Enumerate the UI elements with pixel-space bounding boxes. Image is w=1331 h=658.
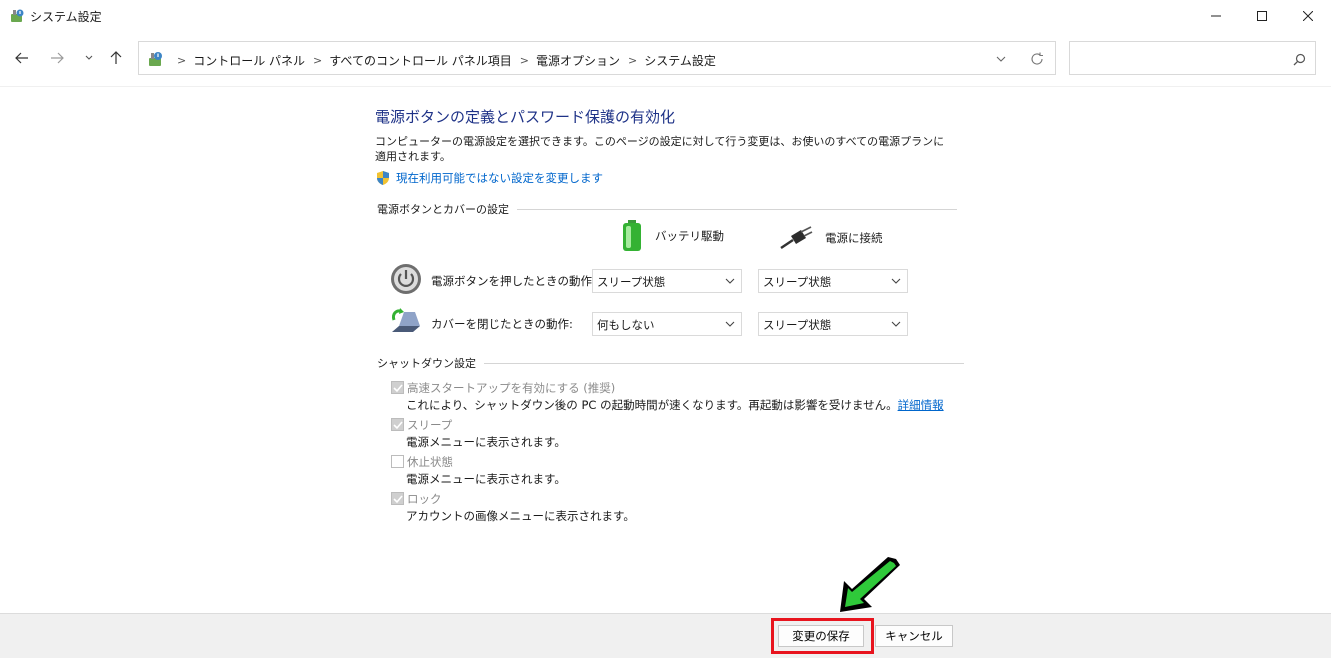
- search-icon[interactable]: [1290, 50, 1308, 68]
- arrow-up-icon: [110, 51, 122, 64]
- cancel-button[interactable]: キャンセル: [875, 625, 953, 647]
- breadcrumb-item-control-panel[interactable]: コントロール パネル: [193, 52, 305, 69]
- change-unavailable-settings-link[interactable]: 現在利用可能ではない設定を変更します: [375, 170, 603, 186]
- power-button-plugged-dropdown[interactable]: スリープ状態: [758, 269, 908, 293]
- back-button[interactable]: [10, 46, 34, 70]
- breadcrumb-separator-icon: >: [519, 54, 529, 67]
- checkmark-icon: [393, 384, 403, 393]
- up-button[interactable]: [104, 46, 128, 70]
- power-button-section-header: 電源ボタンとカバーの設定: [377, 201, 957, 217]
- laptop-lid-icon: [392, 308, 420, 332]
- shutdown-section-header: シャットダウン設定: [377, 355, 964, 371]
- battery-column-label: バッテリ駆動: [655, 229, 724, 243]
- section-divider: [484, 362, 964, 364]
- change-link-label[interactable]: 現在利用可能ではない設定を変更します: [396, 170, 603, 186]
- refresh-icon: [1031, 52, 1043, 65]
- maximize-button[interactable]: [1239, 0, 1285, 32]
- page-title: 電源ボタンの定義とパスワード保護の有効化: [375, 108, 676, 126]
- lid-close-action-label: カバーを閉じたときの動作:: [431, 317, 573, 331]
- sleep-checkbox[interactable]: [391, 418, 404, 431]
- address-history-button[interactable]: [991, 50, 1011, 68]
- sleep-label: スリープ: [407, 418, 453, 432]
- chevron-down-icon: [891, 278, 901, 284]
- close-button[interactable]: [1285, 0, 1331, 32]
- power-plug-icon: [780, 226, 813, 250]
- chevron-down-icon: [725, 321, 735, 327]
- hibernate-option: 休止状態: [391, 454, 453, 470]
- fast-startup-checkbox[interactable]: [391, 381, 404, 394]
- annotation-arrow-icon: [840, 557, 900, 612]
- chevron-down-icon: [891, 321, 901, 327]
- maximize-icon: [1257, 11, 1267, 21]
- power-button-battery-dropdown[interactable]: スリープ状態: [592, 269, 742, 293]
- fast-startup-description: これにより、シャットダウン後の PC の起動時間が速くなります。再起動は影響を受…: [406, 397, 944, 413]
- forward-button[interactable]: [45, 46, 69, 70]
- more-info-link[interactable]: 詳細情報: [898, 398, 944, 412]
- hibernate-label: 休止状態: [407, 455, 453, 469]
- refresh-button[interactable]: [1027, 50, 1047, 68]
- lock-checkbox[interactable]: [391, 492, 404, 505]
- dropdown-value: スリープ状態: [597, 275, 666, 289]
- arrow-right-icon: [51, 52, 64, 64]
- breadcrumb-item-power-options[interactable]: 電源オプション: [536, 52, 620, 69]
- section-heading: シャットダウン設定: [377, 357, 476, 370]
- fast-startup-option: 高速スタートアップを有効にする (推奨): [391, 380, 615, 396]
- checkmark-icon: [393, 495, 403, 504]
- lock-description: アカウントの画像メニューに表示されます。: [406, 509, 635, 523]
- power-button-icon: [391, 264, 421, 294]
- minimize-button[interactable]: [1193, 0, 1239, 32]
- fast-startup-label: 高速スタートアップを有効にする (推奨): [407, 381, 616, 395]
- lid-close-plugged-dropdown[interactable]: スリープ状態: [758, 312, 908, 336]
- checkmark-icon: [393, 421, 403, 430]
- dropdown-value: スリープ状態: [763, 318, 832, 332]
- chevron-down-icon: [85, 55, 93, 60]
- sleep-description: 電源メニューに表示されます。: [406, 435, 566, 449]
- hibernate-checkbox[interactable]: [391, 455, 404, 468]
- plugged-in-column-header: 電源に接続: [779, 226, 883, 250]
- section-heading: 電源ボタンとカバーの設定: [377, 203, 509, 216]
- fast-startup-description-text: これにより、シャットダウン後の PC の起動時間が速くなります。再起動は影響を受…: [406, 398, 898, 412]
- page-description: コンピューターの電源設定を選択できます。このページの設定に対して行う変更は、お使…: [375, 135, 945, 163]
- save-changes-button[interactable]: 変更の保存: [778, 625, 864, 647]
- battery-column-header: バッテリ駆動: [621, 220, 724, 252]
- lock-label: ロック: [407, 492, 442, 506]
- power-button-action-label: 電源ボタンを押したときの動作:: [431, 274, 596, 288]
- footer-bar: [0, 614, 1331, 658]
- chevron-down-icon: [725, 278, 735, 284]
- header-divider: [0, 86, 1331, 87]
- sleep-option: スリープ: [391, 417, 452, 433]
- dropdown-value: スリープ状態: [763, 275, 832, 289]
- search-box[interactable]: [1069, 41, 1316, 75]
- title-bar: システム設定: [0, 0, 1331, 32]
- navigation-bar: > コントロール パネル > すべてのコントロール パネル項目 > 電源オプショ…: [0, 38, 1331, 78]
- power-options-icon: [11, 9, 24, 22]
- close-icon: [1303, 11, 1313, 21]
- plugged-in-column-label: 電源に接続: [825, 231, 883, 245]
- breadcrumb: > コントロール パネル > すべてのコントロール パネル項目 > 電源オプショ…: [169, 52, 716, 69]
- recent-locations-button[interactable]: [77, 46, 101, 70]
- arrow-left-icon: [15, 52, 28, 64]
- address-bar[interactable]: > コントロール パネル > すべてのコントロール パネル項目 > 電源オプショ…: [138, 41, 1056, 75]
- battery-icon: [623, 220, 641, 251]
- minimize-icon: [1211, 15, 1221, 17]
- hibernate-description: 電源メニューに表示されます。: [406, 472, 566, 486]
- breadcrumb-separator-icon: >: [177, 54, 187, 67]
- breadcrumb-separator-icon: >: [628, 54, 638, 67]
- search-input[interactable]: [1076, 48, 1276, 68]
- window-title: システム設定: [30, 10, 102, 24]
- dropdown-value: 何もしない: [597, 318, 655, 332]
- section-divider: [517, 208, 957, 210]
- control-panel-icon: [149, 52, 162, 66]
- uac-shield-icon: [377, 171, 389, 185]
- chevron-down-icon: [996, 56, 1006, 62]
- lid-close-battery-dropdown[interactable]: 何もしない: [592, 312, 742, 336]
- lock-option: ロック: [391, 491, 442, 507]
- breadcrumb-separator-icon: >: [313, 54, 323, 67]
- breadcrumb-item-all-items[interactable]: すべてのコントロール パネル項目: [329, 52, 512, 69]
- breadcrumb-item-system-settings[interactable]: システム設定: [644, 52, 716, 69]
